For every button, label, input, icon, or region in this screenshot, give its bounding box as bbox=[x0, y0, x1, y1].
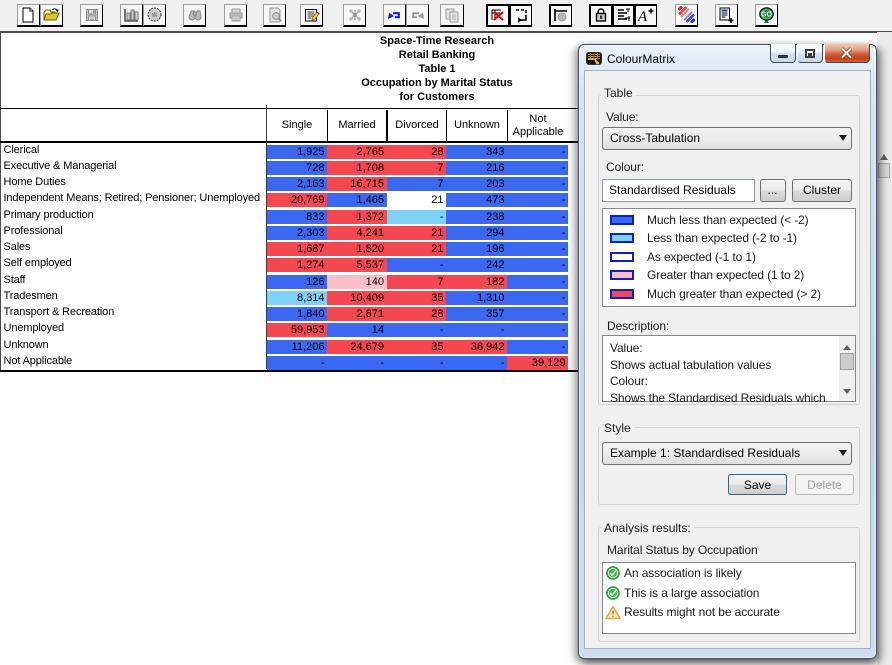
svg-text:GO: GO bbox=[761, 11, 772, 18]
svg-text:A: A bbox=[637, 9, 648, 24]
